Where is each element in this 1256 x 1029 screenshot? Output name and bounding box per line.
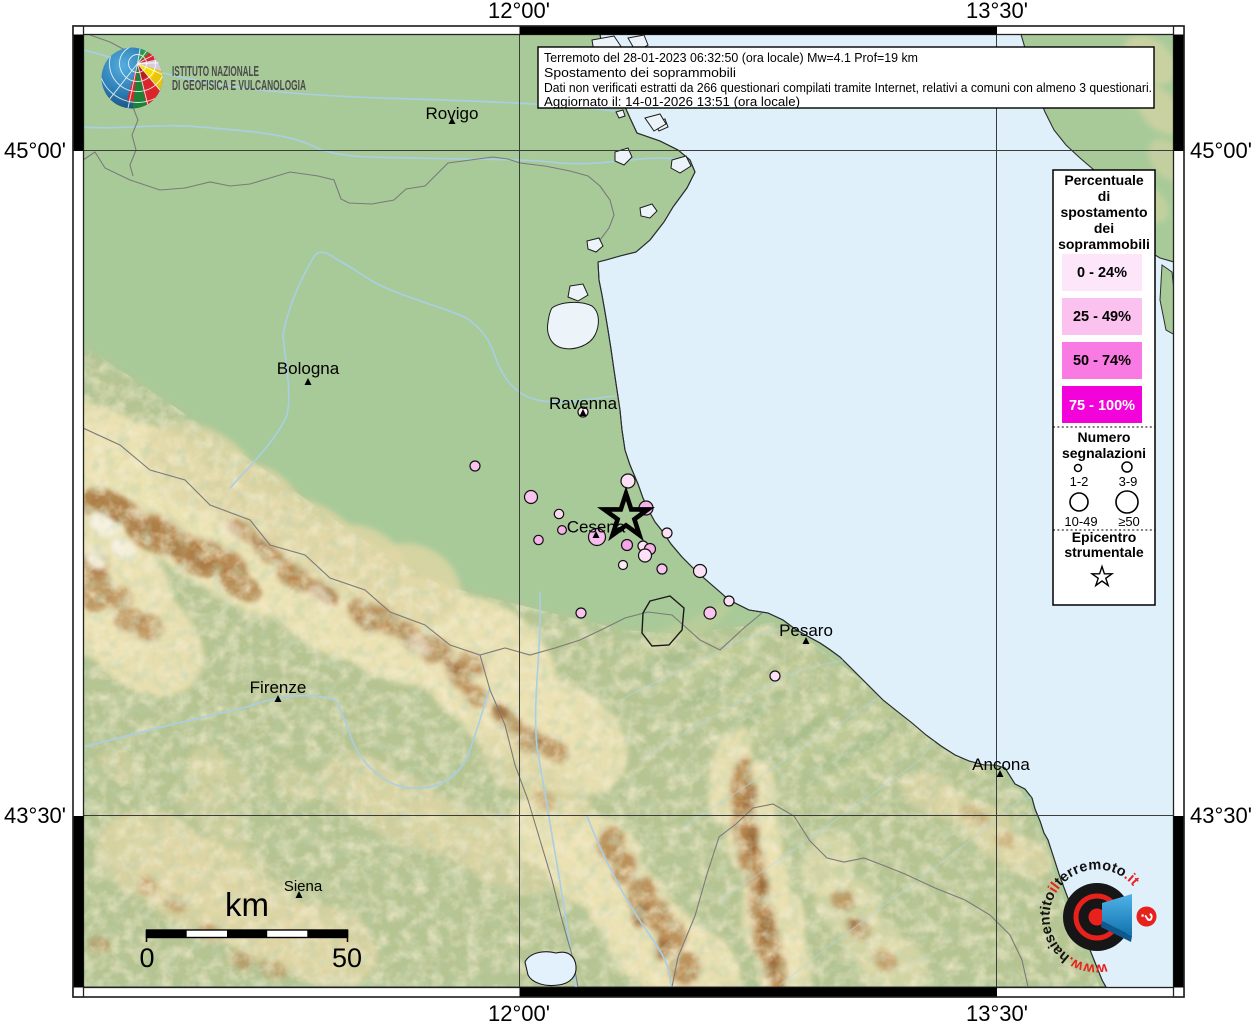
svg-text:Epicentro: Epicentro [1072, 529, 1137, 545]
svg-text:45°00': 45°00' [4, 138, 66, 163]
svg-text:di: di [1098, 188, 1110, 204]
svg-text:DI GEOFISICA E VULCANOLOGIA: DI GEOFISICA E VULCANOLOGIA [172, 77, 306, 94]
svg-text:12°00': 12°00' [488, 1001, 550, 1024]
svg-text:10-49: 10-49 [1064, 514, 1097, 529]
svg-text:45°00': 45°00' [1190, 138, 1252, 163]
svg-text:1-2: 1-2 [1070, 474, 1089, 489]
svg-text:Numero: Numero [1078, 429, 1131, 445]
svg-text:spostamento: spostamento [1060, 204, 1147, 220]
svg-text:strumentale: strumentale [1064, 544, 1144, 560]
svg-text:Firenze: Firenze [250, 678, 307, 697]
svg-text:soprammobili: soprammobili [1058, 236, 1150, 252]
svg-text:43°30': 43°30' [4, 803, 66, 828]
svg-text:km: km [225, 886, 269, 923]
svg-text:0 - 24%: 0 - 24% [1077, 265, 1127, 281]
svg-text:0: 0 [139, 943, 154, 973]
svg-text:25 - 49%: 25 - 49% [1073, 309, 1131, 325]
svg-text:Siena: Siena [284, 878, 323, 895]
svg-text:43°30': 43°30' [1190, 803, 1252, 828]
svg-text:3-9: 3-9 [1119, 474, 1138, 489]
svg-text:Dati non verificati estratti d: Dati non verificati estratti da 266 ques… [544, 81, 1152, 95]
svg-text:50 - 74%: 50 - 74% [1073, 353, 1131, 369]
svg-text:dei: dei [1094, 220, 1114, 236]
svg-text:50: 50 [332, 943, 362, 973]
svg-text:Percentuale: Percentuale [1064, 172, 1144, 188]
svg-text:segnalazioni: segnalazioni [1062, 445, 1146, 461]
svg-text:≥50: ≥50 [1118, 514, 1140, 529]
svg-text:13°30': 13°30' [966, 0, 1028, 23]
svg-text:12°00': 12°00' [488, 0, 550, 23]
svg-text:Terremoto del 28-01-2023 06:32: Terremoto del 28-01-2023 06:32:50 (ora l… [544, 51, 918, 65]
svg-text:13°30': 13°30' [966, 1001, 1028, 1024]
svg-text:75 - 100%: 75 - 100% [1069, 398, 1135, 414]
svg-text:Ancona: Ancona [972, 755, 1030, 774]
svg-text:Aggiornato il: 14-01-2026 13:5: Aggiornato il: 14-01-2026 13:51 (ora loc… [544, 95, 800, 109]
svg-text:Bologna: Bologna [277, 359, 340, 378]
svg-text:Spostamento dei soprammobili: Spostamento dei soprammobili [544, 66, 736, 80]
